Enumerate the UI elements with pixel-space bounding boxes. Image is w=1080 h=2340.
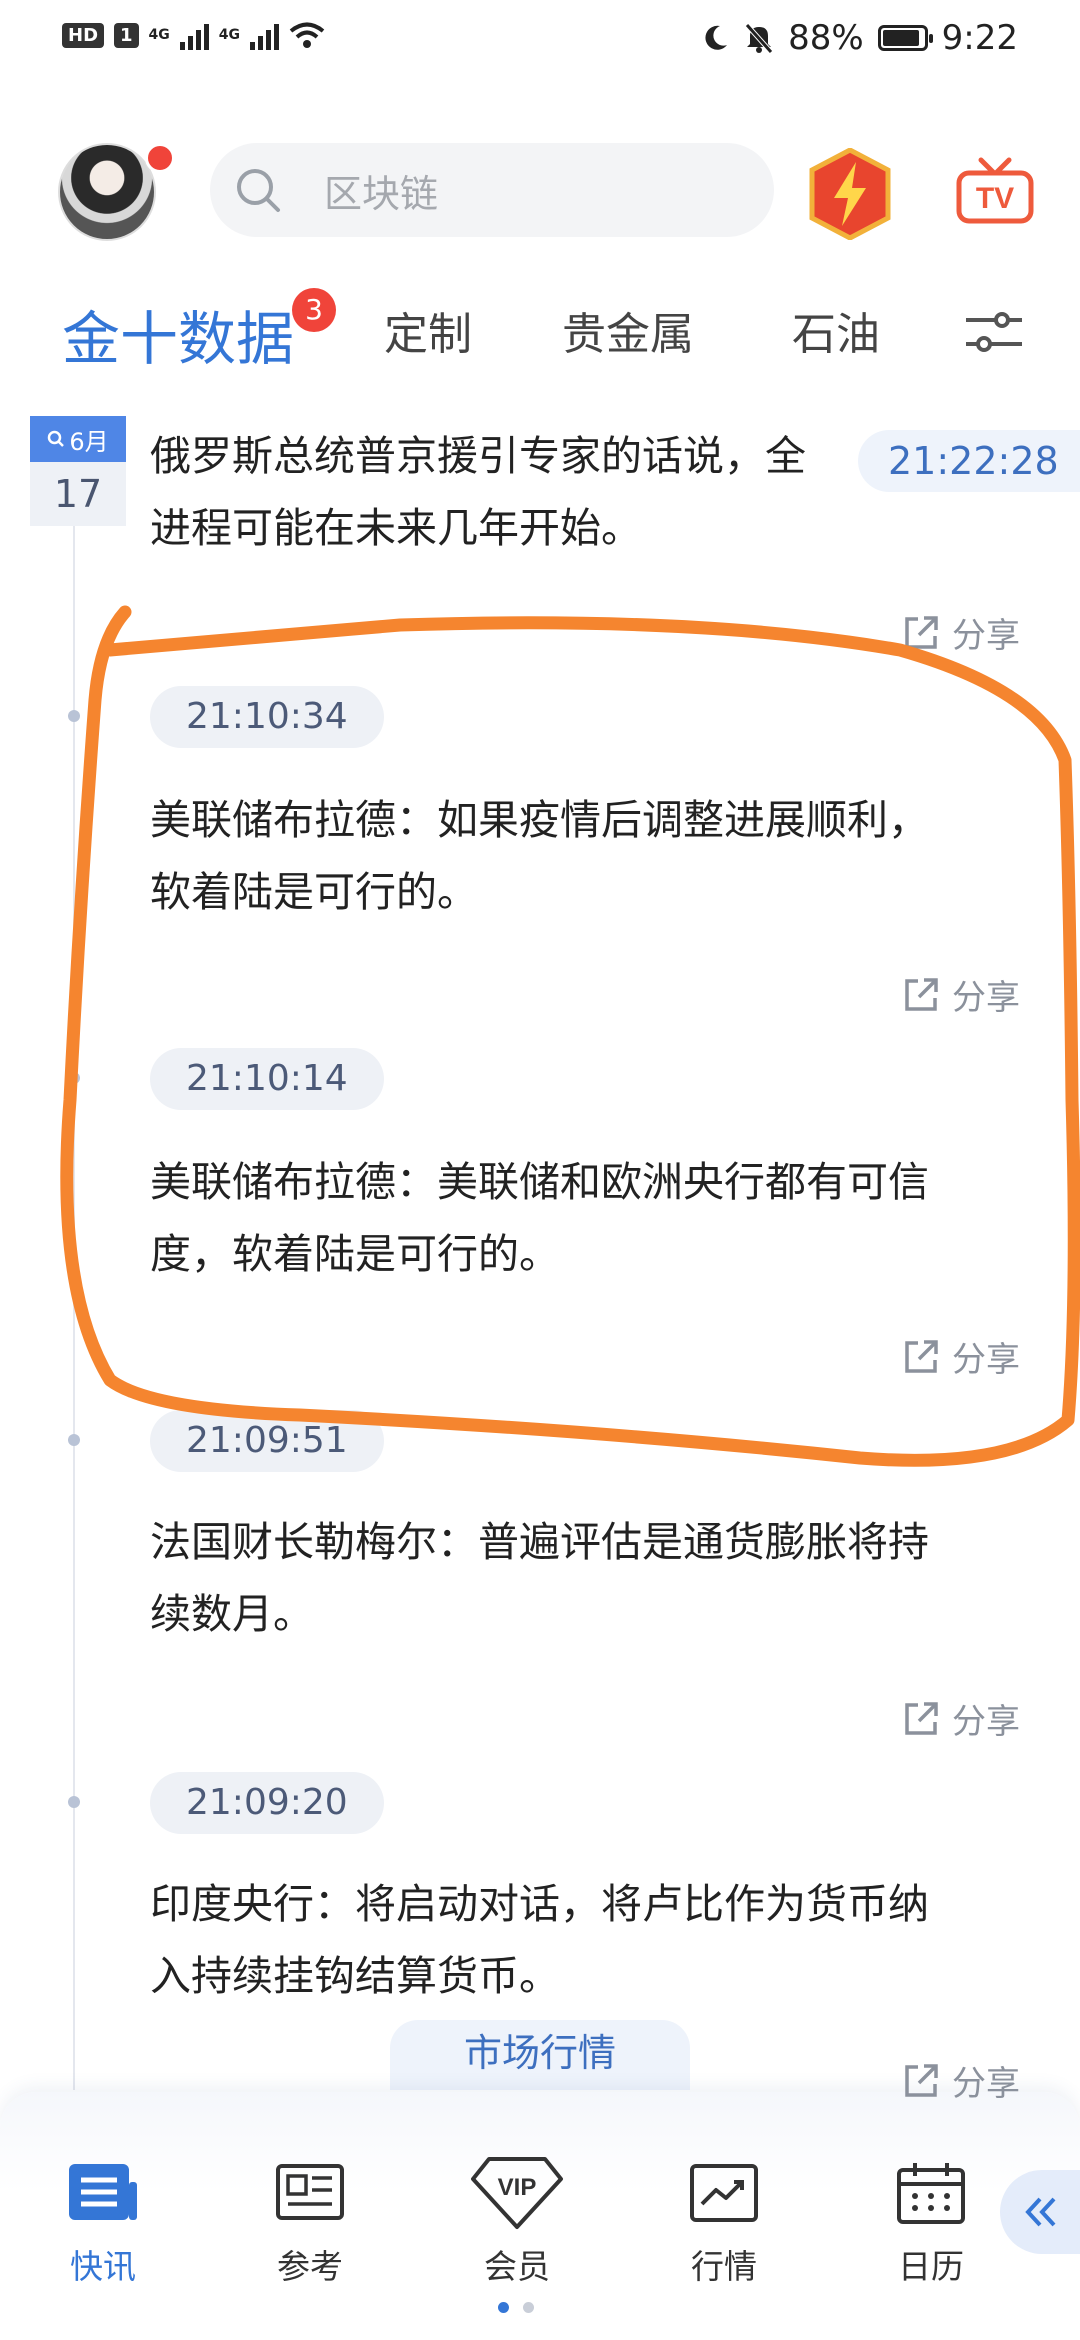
share-button[interactable]: 分享 bbox=[902, 970, 1020, 1019]
battery-percent: 88% bbox=[788, 18, 864, 58]
market-quotes-tab[interactable]: 市场行情 bbox=[390, 2020, 690, 2090]
news-time: 21:09:51 bbox=[150, 1410, 384, 1472]
search-small-icon bbox=[48, 430, 65, 447]
date-day: 17 bbox=[30, 462, 126, 526]
share-button[interactable]: 分享 bbox=[902, 2056, 1020, 2105]
wifi-icon bbox=[289, 22, 325, 48]
tab-precious-metals[interactable]: 贵金属 bbox=[562, 298, 694, 362]
search-bar[interactable]: 区块链 bbox=[210, 143, 774, 237]
timeline-dot bbox=[68, 1434, 80, 1446]
timeline-dot bbox=[68, 1072, 80, 1084]
nav-reference[interactable]: 参考 bbox=[235, 2160, 385, 2288]
tv-icon[interactable]: TV bbox=[955, 156, 1035, 226]
page-indicator bbox=[498, 2302, 534, 2313]
reference-card-icon bbox=[276, 2164, 344, 2220]
share-icon bbox=[905, 1701, 938, 1735]
timeline-line bbox=[73, 440, 75, 2090]
date-picker[interactable]: 6月 17 bbox=[30, 416, 126, 526]
filter-settings-icon[interactable] bbox=[964, 310, 1024, 354]
share-button[interactable]: 分享 bbox=[902, 1332, 1020, 1381]
signal-bars-icon bbox=[250, 20, 280, 50]
avatar[interactable] bbox=[58, 143, 156, 241]
sim-indicator: 1 bbox=[114, 22, 139, 48]
market-chart-icon bbox=[690, 2164, 758, 2222]
timeline-dot bbox=[68, 710, 80, 722]
calendar-icon bbox=[897, 2163, 965, 2224]
search-icon bbox=[237, 169, 280, 212]
news-item-text[interactable]: 美联储布拉德：美联储和欧洲央行都有可信 度，软着陆是可行的。 bbox=[150, 1146, 1020, 1290]
status-right: 88% 9:22 bbox=[700, 18, 1018, 58]
current-time-pill: 21:22:28 bbox=[858, 430, 1080, 492]
timeline-dot bbox=[68, 1796, 80, 1808]
search-input[interactable]: 区块链 bbox=[324, 163, 438, 218]
collapse-button[interactable] bbox=[1000, 2170, 1080, 2254]
nav-market[interactable]: 行情 bbox=[649, 2160, 799, 2288]
svg-text:TV: TV bbox=[976, 182, 1014, 215]
share-icon bbox=[905, 2063, 938, 2097]
news-item-text[interactable]: 印度央行：将启动对话，将卢比作为货币纳 入持续挂钩结算货币。 bbox=[150, 1868, 1020, 2012]
moon-icon bbox=[705, 25, 728, 50]
hd-indicator: HD bbox=[62, 22, 105, 48]
double-chevron-left-icon bbox=[1025, 2197, 1056, 2227]
signal-label-2: 4G bbox=[218, 27, 241, 43]
share-button[interactable]: 分享 bbox=[902, 1694, 1020, 1743]
news-time: 21:09:20 bbox=[150, 1772, 384, 1834]
share-icon bbox=[905, 977, 938, 1011]
lightning-badge-icon[interactable] bbox=[808, 148, 892, 240]
svg-text:VIP: VIP bbox=[498, 2174, 537, 2201]
clock: 9:22 bbox=[941, 18, 1018, 58]
share-icon bbox=[905, 615, 938, 649]
bell-muted-icon bbox=[745, 23, 773, 54]
tab-oil[interactable]: 石油 bbox=[792, 298, 880, 362]
notification-dot bbox=[145, 143, 175, 173]
tab-custom[interactable]: 定制 bbox=[384, 298, 472, 362]
news-time: 21:10:14 bbox=[150, 1048, 384, 1110]
date-month: 6月 bbox=[69, 427, 109, 456]
signal-label-1: 4G bbox=[148, 27, 170, 43]
signal-bars-icon bbox=[179, 20, 209, 50]
news-item-text[interactable]: 法国财长勒梅尔：普遍评估是通货膨胀将持 续数月。 bbox=[150, 1506, 1020, 1650]
nav-calendar[interactable]: 日历 bbox=[856, 2160, 1006, 2288]
vip-diamond-icon: VIP bbox=[471, 2157, 563, 2229]
news-time: 21:10:34 bbox=[150, 686, 384, 748]
status-bar: HD 1 4G 4G 88% 9:22 bbox=[0, 0, 1080, 84]
battery-icon bbox=[877, 25, 933, 51]
nav-vip[interactable]: VIP 会员 bbox=[442, 2157, 592, 2288]
tab-jin10-data[interactable]: 金十数据 bbox=[62, 292, 294, 376]
news-list-icon bbox=[69, 2164, 137, 2220]
share-icon bbox=[905, 1339, 938, 1373]
tab-badge-count: 3 bbox=[292, 288, 336, 332]
share-button[interactable]: 分享 bbox=[902, 608, 1020, 657]
news-item-text[interactable]: 美联储布拉德：如果疫情后调整进展顺利， 软着陆是可行的。 bbox=[150, 784, 1020, 928]
status-left: HD 1 4G 4G bbox=[62, 20, 325, 50]
nav-flash-news[interactable]: 快讯 bbox=[28, 2160, 178, 2288]
